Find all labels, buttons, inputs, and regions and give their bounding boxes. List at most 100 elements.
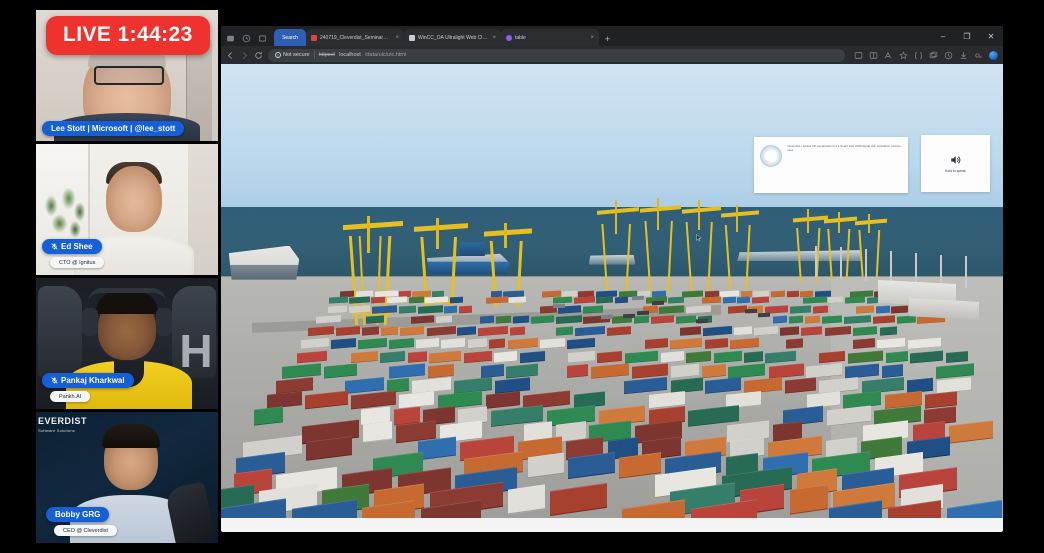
- reload-icon[interactable]: [254, 51, 263, 60]
- collections-icon[interactable]: [914, 51, 923, 60]
- scene-shipping-container: [784, 377, 817, 394]
- scene-shipping-container: [819, 350, 846, 364]
- scene-shipping-container: [634, 315, 650, 324]
- browser-essentials-icon[interactable]: [929, 51, 938, 60]
- brand-logo: EVERDIST Software Solutions: [38, 416, 96, 434]
- scene-shipping-container: [872, 315, 895, 325]
- scene-shipping-container: [800, 290, 814, 298]
- scene-shipping-container: [773, 315, 788, 324]
- scene-shipping-container: [875, 305, 890, 313]
- participant-subtitle-2: CTO @ Ignitus: [50, 257, 105, 268]
- port-3d-viewport[interactable]: Cleverdist / Global 3D visualisation for…: [221, 64, 1003, 518]
- scene-vehicle: [744, 308, 757, 314]
- scene-shipping-container: [328, 296, 348, 304]
- scene-shipping-container: [480, 363, 504, 378]
- profile-avatar[interactable]: [989, 50, 998, 60]
- tab-close-icon[interactable]: ×: [492, 35, 496, 41]
- scene-light-mast: [840, 247, 843, 280]
- participant-name-3: Pankaj Kharkwal: [61, 376, 125, 385]
- scene-shipping-container: [801, 326, 823, 337]
- screenshot-icon[interactable]: [854, 51, 863, 60]
- participant-nameplate-1: Lee Stott | Microsoft | @lee_stott: [42, 121, 185, 136]
- participant-tile-3[interactable]: H Pankaj Kharkwal Pankh.AI: [36, 278, 218, 409]
- scene-shipping-container: [542, 290, 561, 298]
- tab-history-icon[interactable]: [242, 34, 251, 43]
- participant-nameplate-3: Pankaj Kharkwal: [42, 373, 134, 388]
- scene-shipping-container: [789, 305, 811, 314]
- participant-subtitle-3: Pankh.AI: [50, 391, 91, 402]
- extensions-icon[interactable]: [974, 51, 983, 60]
- window-minimize-button[interactable]: –: [931, 26, 955, 46]
- scene-shipping-container: [400, 326, 425, 337]
- headset-cup-left: [82, 308, 98, 336]
- scene-shipping-container: [496, 315, 512, 324]
- url-path: /data/ulc/ulc.html: [364, 52, 407, 58]
- headset-cup-right: [156, 308, 172, 336]
- scene-shipping-container: [737, 296, 751, 304]
- scene-shipping-container: [254, 406, 283, 426]
- back-icon[interactable]: [226, 51, 235, 60]
- scene-shipping-container: [349, 296, 370, 304]
- scene-shipping-container: [553, 296, 572, 304]
- scene-shipping-container: [416, 338, 439, 350]
- participant-tile-4[interactable]: EVERDIST Software Solutions Bobby GRG CE…: [36, 412, 218, 543]
- scene-shipping-container: [614, 296, 629, 304]
- tab-close-icon[interactable]: ×: [395, 35, 399, 41]
- scene-shipping-container: [596, 296, 614, 304]
- scene-shipping-container: [888, 500, 941, 518]
- scene-shipping-container: [722, 296, 736, 304]
- tab-search[interactable]: Search: [274, 29, 306, 46]
- scene-shipping-container: [877, 337, 906, 350]
- history-clock-icon[interactable]: [944, 51, 953, 60]
- downloads-icon[interactable]: [959, 51, 968, 60]
- scene-shipping-container: [362, 500, 415, 518]
- mic-muted-icon: [51, 243, 58, 250]
- scene-shipping-container: [659, 305, 685, 314]
- scene-shipping-container: [488, 338, 506, 350]
- tab-wincc-oa-ultralight[interactable]: WinCC_OA Ultralight Web Client ×: [404, 29, 501, 46]
- read-aloud-icon[interactable]: [884, 51, 893, 60]
- split-screen-icon[interactable]: [869, 51, 878, 60]
- scene-shipping-container: [946, 350, 968, 364]
- tab-cleverdist-seminar[interactable]: 240719_Cleverdist_Seminar_AI_... ×: [306, 29, 404, 46]
- browser-essentials-icon[interactable]: [226, 34, 235, 43]
- scene-shipping-container: [530, 315, 555, 325]
- scene-shipping-container: [485, 296, 508, 304]
- tab-table[interactable]: table ×: [501, 29, 599, 46]
- window-maximize-button[interactable]: ❐: [955, 26, 979, 46]
- participant-name-2: Ed Shee: [61, 242, 93, 251]
- security-status[interactable]: ! Not secure: [275, 52, 310, 58]
- hold-to-speak-button[interactable]: Hold to speak: [920, 134, 990, 193]
- scene-vehicle: [651, 301, 664, 306]
- scene-shipping-container: [686, 305, 711, 314]
- scene-shipping-container: [631, 363, 668, 379]
- new-tab-button[interactable]: +: [599, 34, 616, 46]
- scene-shipping-container: [444, 305, 458, 313]
- brand-logo-tagline: Software Solutions: [38, 428, 75, 433]
- scene-shipping-container: [573, 296, 595, 304]
- scene-shipping-container: [555, 326, 573, 337]
- forward-icon[interactable]: [240, 51, 249, 60]
- tab-system-icons: [224, 34, 274, 46]
- scene-shipping-container: [597, 350, 623, 364]
- participant-tile-2[interactable]: Ed Shee CTO @ Ignitus: [36, 144, 218, 275]
- tab-actions-icon[interactable]: [258, 34, 267, 43]
- background-signage: H: [179, 325, 213, 377]
- scene-shipping-container: [885, 350, 908, 364]
- tab-close-icon[interactable]: ×: [590, 35, 594, 41]
- scene-shipping-container: [441, 338, 466, 350]
- scene-shipping-container: [826, 405, 871, 427]
- address-bar[interactable]: ! Not secure https://localhost/data/ulc/…: [268, 48, 845, 62]
- scene-shipping-container: [407, 350, 427, 364]
- scene-shipping-container: [728, 363, 766, 379]
- scene-vehicle: [632, 296, 645, 301]
- scene-shipping-container: [675, 315, 697, 325]
- scene-vehicle: [553, 303, 566, 309]
- scene-shipping-container: [449, 296, 463, 304]
- favorite-star-icon[interactable]: [899, 50, 908, 60]
- scene-shipping-container: [507, 337, 538, 350]
- scene-shipping-container: [300, 337, 329, 350]
- window-close-button[interactable]: ✕: [979, 26, 1003, 46]
- browser-statusbar: [221, 518, 1003, 532]
- scene-shipping-container: [907, 337, 941, 350]
